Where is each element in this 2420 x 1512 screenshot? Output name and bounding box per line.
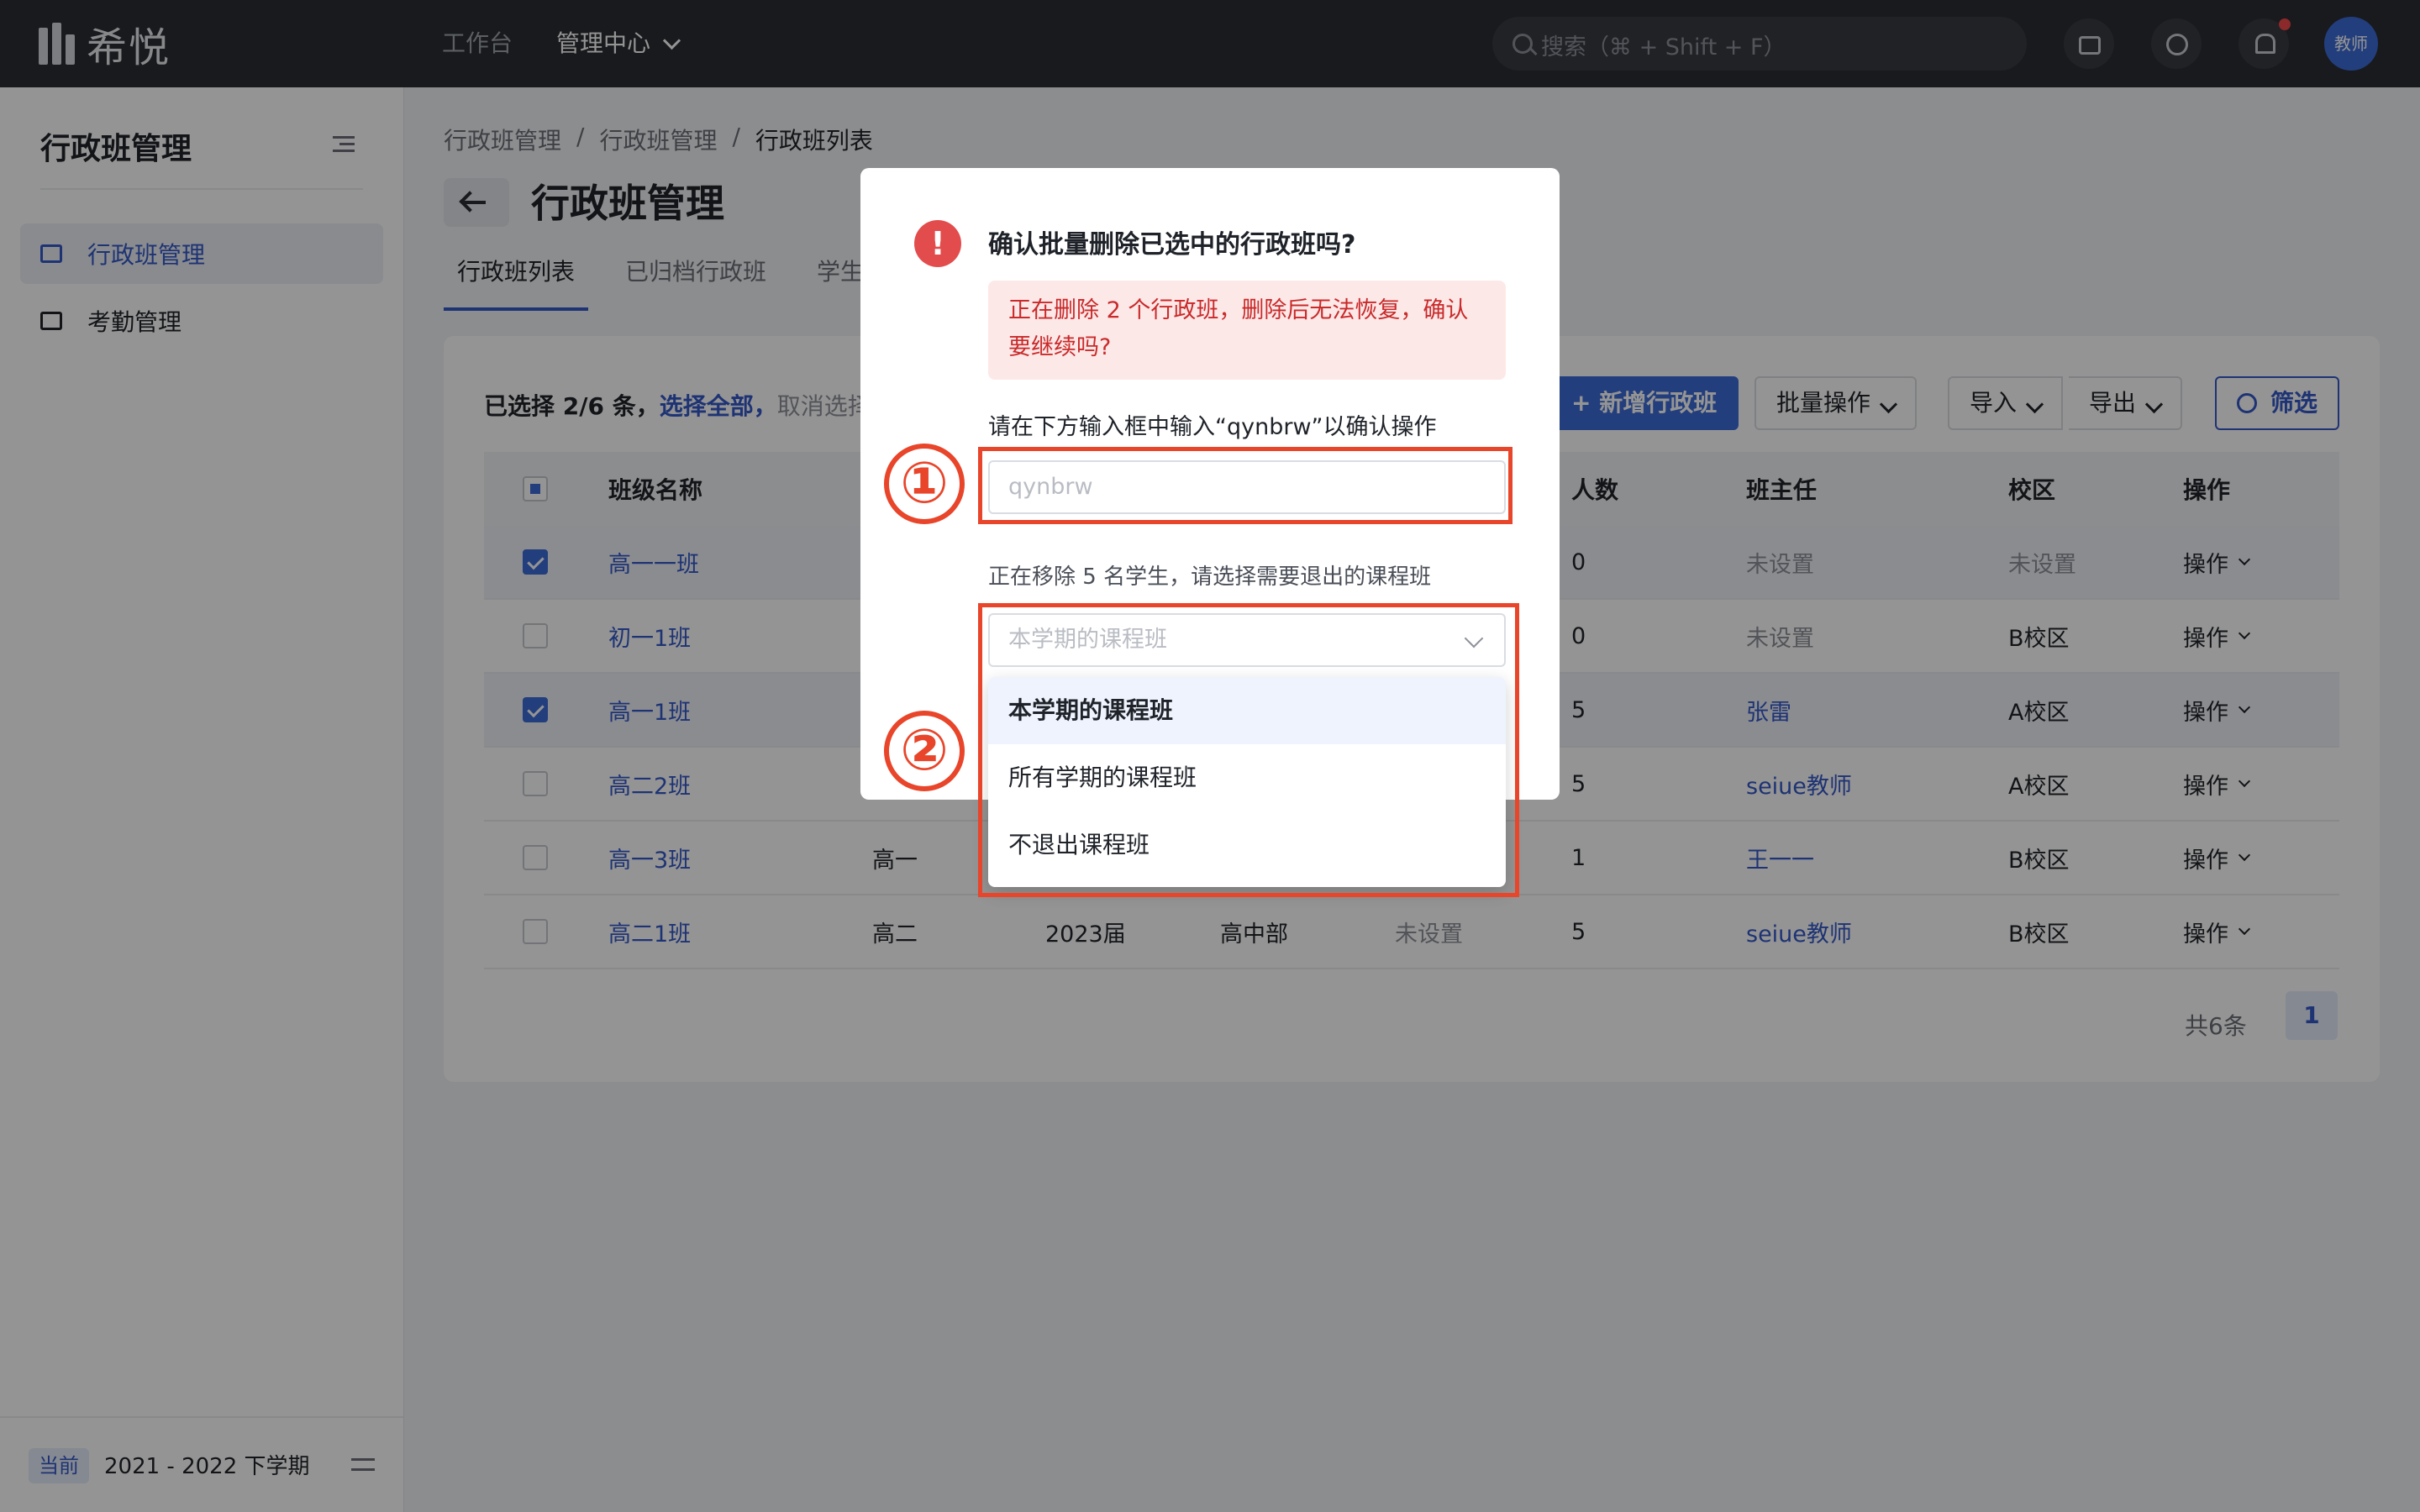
annotation-box-2 xyxy=(978,603,1519,897)
dialog-title: 确认批量删除已选中的行政班吗? xyxy=(988,230,1356,260)
annotation-box-1 xyxy=(978,447,1512,524)
annotation-number-2: ② xyxy=(884,711,965,791)
warning-icon: ! xyxy=(914,220,961,267)
remove-students-info: 正在移除 5 名学生，请选择需要退出的课程班 xyxy=(988,564,1432,590)
confirm-hint: 请在下方输入框中输入“qynbrw”以确认操作 xyxy=(988,414,1437,440)
annotation-number-1: ① xyxy=(884,444,965,524)
delete-warning-alert: 正在删除 2 个行政班，删除后无法恢复，确认要继续吗? xyxy=(988,281,1506,380)
